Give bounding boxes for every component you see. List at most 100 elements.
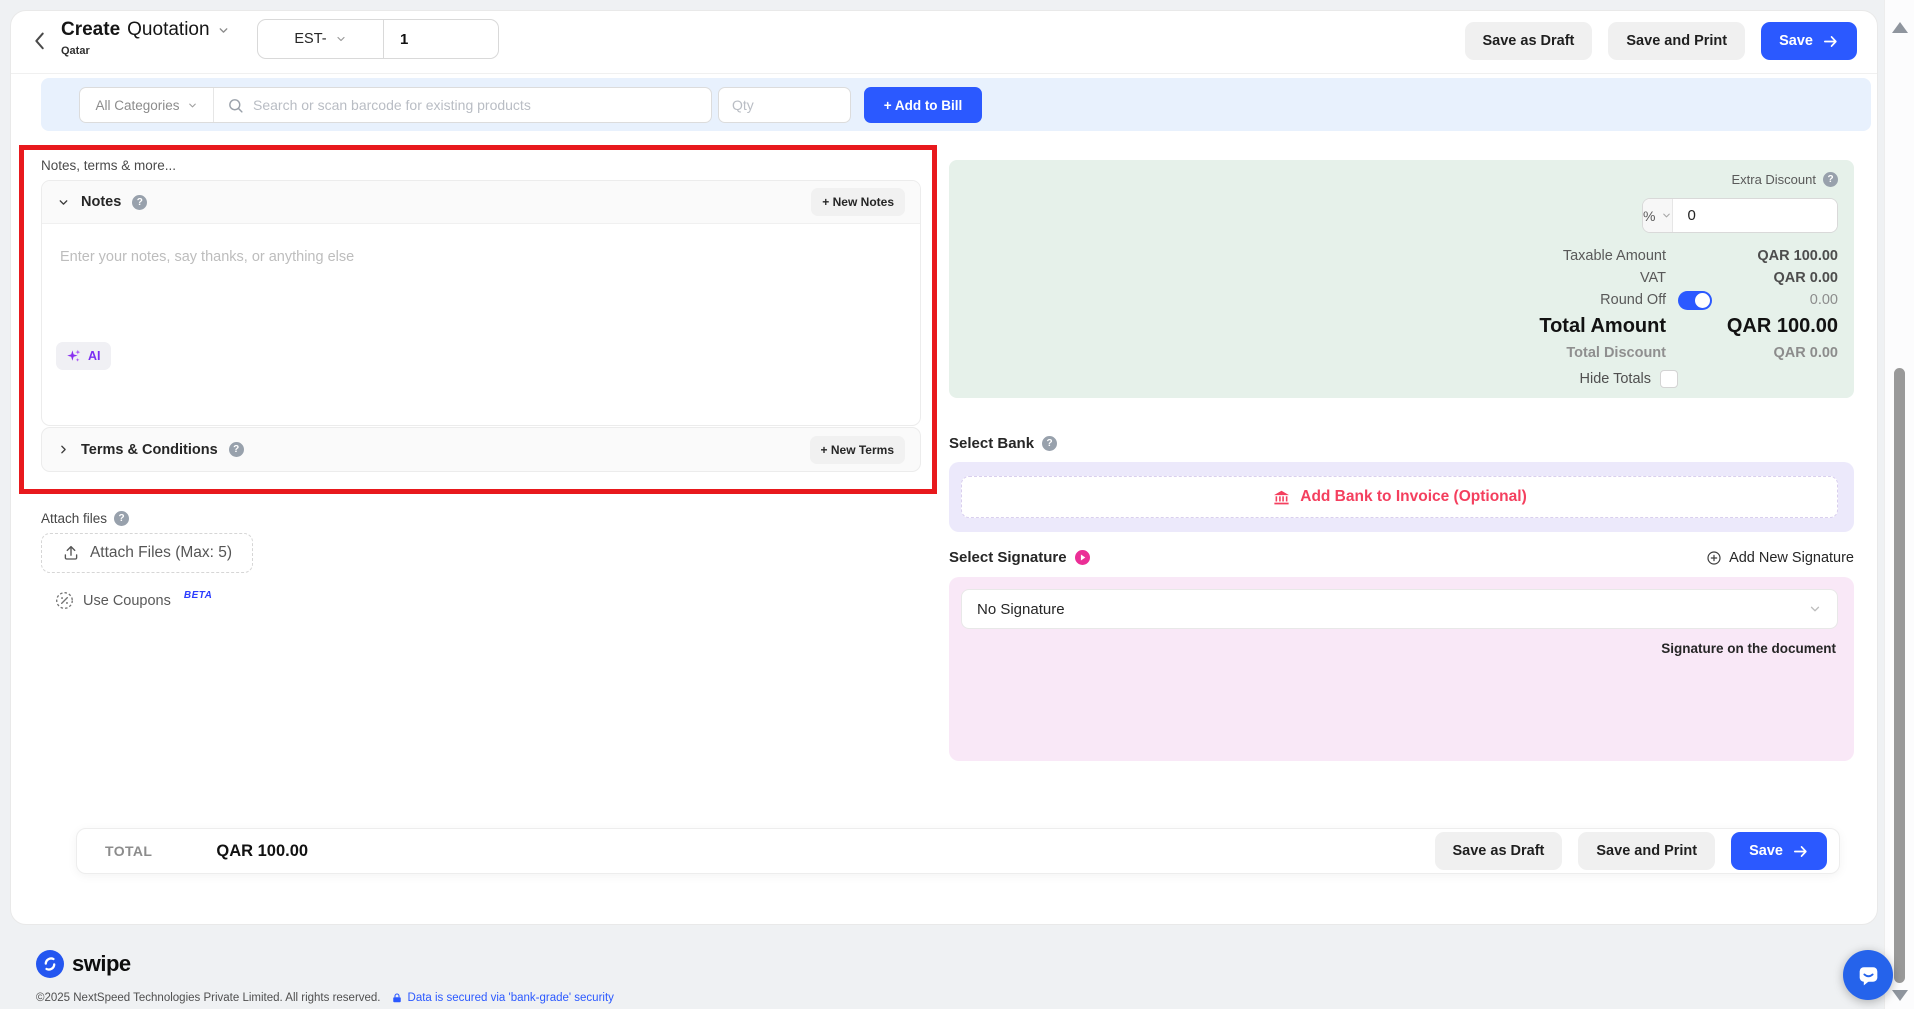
product-search-bar: All Categories + Add to Bill xyxy=(41,78,1871,131)
category-select-value: All Categories xyxy=(95,97,180,113)
notes-accordion-header[interactable]: Notes ? + New Notes xyxy=(42,181,920,224)
select-signature-row: Select Signature Add New Signature xyxy=(949,549,1854,566)
beta-badge: BETA xyxy=(183,590,213,601)
quantity-input[interactable] xyxy=(718,87,851,123)
security-link[interactable]: Data is secured via 'bank-grade' securit… xyxy=(391,992,614,1004)
back-button[interactable] xyxy=(27,27,53,53)
help-icon[interactable]: ? xyxy=(132,194,148,210)
page-title[interactable]: Create Quotation xyxy=(61,19,230,41)
chevron-down-icon xyxy=(217,24,230,37)
total-amount-value: QAR 100.00 xyxy=(1726,314,1838,337)
save-and-print-button[interactable]: Save and Print xyxy=(1608,22,1746,60)
page-title-action: Create xyxy=(61,19,121,40)
percent-circle-icon xyxy=(55,591,74,610)
round-off-toggle[interactable] xyxy=(1678,290,1712,310)
notes-accordion: Notes ? + New Notes AI xyxy=(41,180,921,426)
bank-panel: Add Bank to Invoice (Optional) xyxy=(949,462,1854,532)
total-discount-value: QAR 0.00 xyxy=(1773,345,1838,361)
help-icon[interactable]: ? xyxy=(114,511,130,526)
attach-files-label-row: Attach files ? xyxy=(41,511,130,526)
notes-title: Notes xyxy=(81,194,122,210)
upload-icon xyxy=(62,544,80,562)
signature-caption: Signature on the document xyxy=(1661,641,1836,656)
total-discount-row: Total Discount QAR 0.00 xyxy=(1566,343,1838,363)
extra-discount-input[interactable] xyxy=(1673,199,1837,232)
brand-wordmark: swipe xyxy=(72,951,131,976)
use-coupons-label: Use Coupons xyxy=(83,592,171,609)
save-and-print-button-bottom[interactable]: Save and Print xyxy=(1578,832,1716,870)
total-discount-label: Total Discount xyxy=(1566,345,1666,361)
add-new-signature-button[interactable]: Add New Signature xyxy=(1706,550,1854,566)
chevron-left-icon xyxy=(29,29,51,51)
save-as-draft-button-bottom[interactable]: Save as Draft xyxy=(1434,832,1563,870)
save-as-draft-button[interactable]: Save as Draft xyxy=(1464,22,1593,60)
terms-title: Terms & Conditions xyxy=(81,441,218,458)
bottom-total-bar: TOTAL QAR 100.00 Save as Draft Save and … xyxy=(76,828,1840,874)
extra-discount-control: % xyxy=(1642,198,1838,233)
company-name: Qatar xyxy=(61,45,90,57)
chevron-down-icon xyxy=(187,100,198,111)
chat-launcher-button[interactable] xyxy=(1843,950,1893,1000)
ai-assist-button[interactable]: AI xyxy=(56,342,111,370)
sparkles-icon xyxy=(66,348,82,364)
attach-files-button[interactable]: Attach Files (Max: 5) xyxy=(41,533,253,573)
bottom-actions: Save as Draft Save and Print Save xyxy=(1434,832,1827,870)
chat-bubble-icon xyxy=(1855,962,1882,989)
page-title-block: Create Quotation Qatar xyxy=(61,19,230,57)
total-label: TOTAL xyxy=(105,843,153,859)
round-off-label: Round Off xyxy=(1600,292,1666,308)
add-bank-button-label: Add Bank to Invoice (Optional) xyxy=(1300,488,1527,505)
save-button-bottom[interactable]: Save xyxy=(1731,832,1827,870)
scrollbar-thumb[interactable] xyxy=(1894,368,1905,983)
taxable-amount-label: Taxable Amount xyxy=(1562,248,1666,264)
brand-row: swipe xyxy=(36,950,131,978)
add-new-signature-label: Add New Signature xyxy=(1729,549,1854,566)
scroll-down-arrow[interactable] xyxy=(1892,990,1908,1001)
chevron-down-icon xyxy=(1661,210,1672,221)
totals-summary-panel: Extra Discount ? % Taxable Amount QAR 10… xyxy=(949,160,1854,398)
chevron-down-icon xyxy=(335,33,347,45)
category-select[interactable]: All Categories xyxy=(80,88,214,122)
product-search-input[interactable] xyxy=(253,97,698,113)
vat-value: QAR 0.00 xyxy=(1773,270,1838,286)
terms-accordion-header[interactable]: Terms & Conditions ? + New Terms xyxy=(41,427,921,472)
new-terms-button[interactable]: + New Terms xyxy=(809,435,905,464)
chevron-down-icon xyxy=(57,196,70,209)
total-amount-label: Total Amount xyxy=(1539,314,1666,337)
play-badge-icon[interactable] xyxy=(1074,550,1090,565)
new-notes-button[interactable]: + New Notes xyxy=(811,188,905,216)
vat-row: VAT QAR 0.00 xyxy=(1640,268,1838,288)
help-icon[interactable]: ? xyxy=(228,442,244,457)
document-number-group: EST- xyxy=(257,19,499,59)
total-value: QAR 100.00 xyxy=(216,841,309,860)
select-signature-label: Select Signature xyxy=(949,549,1067,566)
scroll-up-arrow[interactable] xyxy=(1892,22,1908,33)
swipe-logo-icon xyxy=(36,950,64,978)
doc-number-input[interactable] xyxy=(384,20,498,58)
taxable-amount-value: QAR 100.00 xyxy=(1757,248,1838,264)
round-off-row: Round Off 0.00 xyxy=(1600,290,1838,310)
chevron-right-icon xyxy=(57,443,70,456)
add-bank-button[interactable]: Add Bank to Invoice (Optional) xyxy=(961,476,1838,518)
main-card: Create Quotation Qatar EST- Save as Draf… xyxy=(10,10,1878,925)
help-icon[interactable]: ? xyxy=(1823,172,1838,187)
page-title-doctype: Quotation xyxy=(127,19,210,40)
header-divider xyxy=(11,73,1877,74)
notes-section-heading: Notes, terms & more... xyxy=(41,158,177,173)
total-amount-row: Total Amount QAR 100.00 xyxy=(1539,312,1838,340)
use-coupons-link[interactable]: Use Coupons BETA xyxy=(55,590,213,610)
doc-prefix-select[interactable]: EST- xyxy=(258,20,384,58)
select-bank-row: Select Bank ? xyxy=(949,435,1058,452)
taxable-amount-row: Taxable Amount QAR 100.00 xyxy=(1563,246,1838,266)
arrow-right-icon xyxy=(1822,33,1839,50)
help-icon[interactable]: ? xyxy=(1042,436,1058,451)
bank-icon xyxy=(1272,488,1291,507)
arrow-right-icon xyxy=(1792,843,1809,860)
notes-textarea[interactable] xyxy=(46,225,916,355)
hide-totals-checkbox[interactable] xyxy=(1660,370,1678,388)
add-to-bill-button[interactable]: + Add to Bill xyxy=(864,87,982,123)
ai-label: AI xyxy=(88,349,101,363)
discount-unit-select[interactable]: % xyxy=(1643,199,1674,232)
signature-select[interactable]: No Signature xyxy=(961,589,1838,629)
save-button[interactable]: Save xyxy=(1761,22,1857,60)
